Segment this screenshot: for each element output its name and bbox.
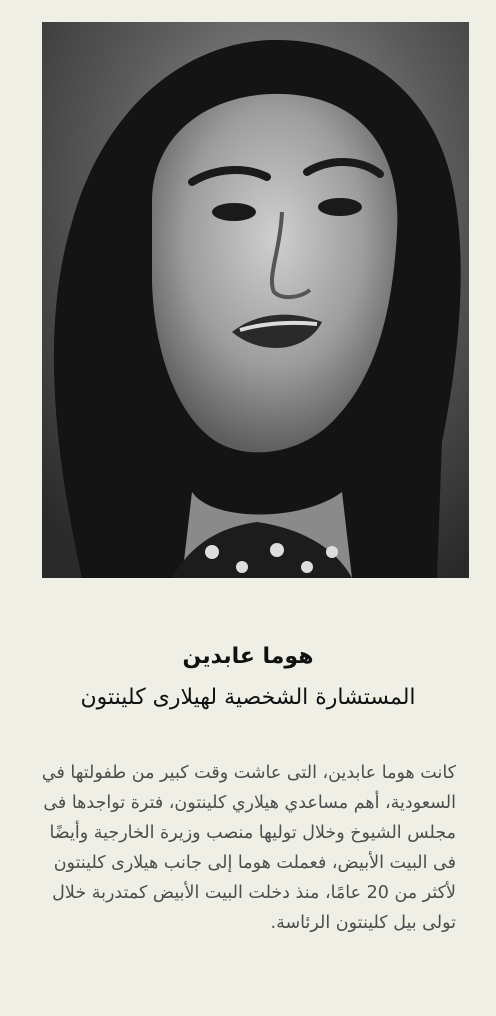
profile-card: هوما عابدين المستشارة الشخصية لهيلارى كل… xyxy=(0,0,496,1016)
person-role: المستشارة الشخصية لهيلارى كلينتون xyxy=(80,685,416,710)
person-bio: كانت هوما عابدين، التى عاشت وقت كبير من … xyxy=(41,763,456,933)
person-name: هوما عابدين xyxy=(182,644,314,669)
portrait-photo xyxy=(42,22,469,578)
